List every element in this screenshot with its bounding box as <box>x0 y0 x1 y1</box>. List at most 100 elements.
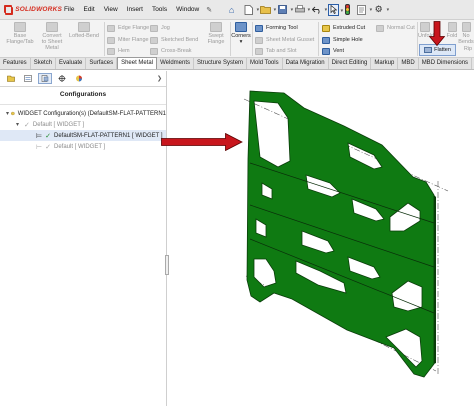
tab-and-slot-icon <box>255 47 263 55</box>
configuration-tree: ▾ WIDGET Configuration(s) (DefaultSM-FLA… <box>0 105 166 152</box>
new-document-icon[interactable]: ▾ <box>243 4 259 15</box>
fold-button[interactable]: Fold <box>446 22 458 39</box>
swept-flange-button[interactable]: Swept Flange <box>203 22 229 45</box>
tree-item-default[interactable]: ▾ ✓ Default [ WIDGET ] <box>0 119 166 130</box>
tab-evaluate[interactable]: Evaluate <box>56 58 87 69</box>
edge-flange-label: Edge Flange <box>118 25 150 31</box>
tab-mbd[interactable]: MBD <box>398 58 419 69</box>
normal-cut-button[interactable]: Normal Cut <box>376 23 415 33</box>
pin-icon[interactable]: ✎ <box>206 6 212 14</box>
flat-pattern-model[interactable] <box>168 71 474 406</box>
menu-edit[interactable]: Edit <box>83 6 94 13</box>
tab-mbd-dimensions[interactable]: MBD Dimensions <box>419 58 473 69</box>
default-config-label: Default [ WIDGET ] <box>32 121 85 128</box>
menu-window[interactable]: Window <box>176 6 199 13</box>
open-folder-icon[interactable]: ▾ <box>260 4 276 15</box>
cross-break-label: Cross-Break <box>161 48 192 54</box>
feature-manager-icon <box>7 75 15 82</box>
options-gear-icon[interactable]: ⚙ ▾ <box>373 4 390 15</box>
rip-button[interactable]: Rip <box>462 46 474 52</box>
extruded-cut-icon <box>322 24 330 32</box>
configuration-manager-tab[interactable] <box>38 73 52 84</box>
menu-tools[interactable]: Tools <box>152 6 167 13</box>
forming-tool-button[interactable]: Forming Tool <box>255 23 298 33</box>
print-icon[interactable]: ▾ <box>294 4 310 15</box>
edge-flange-button[interactable]: Edge Flange <box>107 23 149 33</box>
ds-logo-icon <box>4 4 14 15</box>
tab-structure-system[interactable]: Structure System <box>194 58 248 69</box>
separator <box>104 22 105 56</box>
tab-markup[interactable]: Markup <box>371 58 399 69</box>
tab-mold-tools[interactable]: Mold Tools <box>247 58 283 69</box>
rebuild-traffic-light-icon[interactable] <box>345 4 351 15</box>
tab-surfaces[interactable]: Surfaces <box>86 58 118 69</box>
select-arrow-icon[interactable]: ▾ <box>328 3 343 16</box>
miter-flange-button[interactable]: Miter Flange <box>107 35 149 45</box>
vent-label: Vent <box>333 48 345 54</box>
menu-bar: SOLIDWORKS File Edit View Insert Tools W… <box>0 0 474 20</box>
menu-insert[interactable]: Insert <box>127 6 143 13</box>
tab-and-slot-label: Tab and Slot <box>266 48 297 54</box>
configuration-manager-icon <box>41 75 49 82</box>
tree-root-configurations[interactable]: ▾ WIDGET Configuration(s) (DefaultSM-FLA… <box>0 108 166 119</box>
tree-item-sub-default[interactable]: ⊢ ✓ Default [ WIDGET ] <box>0 141 166 152</box>
tab-direct-editing[interactable]: Direct Editing <box>329 58 372 69</box>
no-bends-button[interactable]: No Bends <box>458 22 474 45</box>
sheet-metal-plate[interactable] <box>246 90 435 378</box>
feature-manager-tab[interactable] <box>4 73 18 84</box>
sheet-metal-gusset-button[interactable]: Sheet Metal Gusset <box>255 35 314 45</box>
display-manager-tab[interactable] <box>72 73 86 84</box>
simple-hole-icon <box>322 36 330 44</box>
tab-sketch[interactable]: Sketch <box>31 58 57 69</box>
property-manager-icon <box>24 75 32 82</box>
convert-to-sheet-metal-button[interactable]: Convert to Sheet Metal <box>38 22 66 51</box>
tab-sheet-metal[interactable]: Sheet Metal <box>117 57 158 69</box>
tab-features[interactable]: Features <box>0 58 31 69</box>
tree-root-label: WIDGET Configuration(s) (DefaultSM-FLAT-… <box>17 110 166 117</box>
tab-data-migration[interactable]: Data Migration <box>283 58 329 69</box>
configuration-manager-panel: ❯ Configurations ▾ WIDGET Configuration(… <box>0 71 167 406</box>
command-manager-tabs: Features Sketch Evaluate Surfaces Sheet … <box>0 57 474 70</box>
graphics-viewport[interactable] <box>168 71 474 406</box>
cross-break-button[interactable]: Cross-Break <box>150 46 192 56</box>
corners-button[interactable]: Corners ▾ <box>231 22 251 45</box>
menu-view[interactable]: View <box>104 6 118 13</box>
file-properties-icon[interactable]: ▾ <box>356 4 372 15</box>
panel-expand-icon[interactable]: ❯ <box>157 75 162 82</box>
solidworks-logo[interactable]: SOLIDWORKS <box>0 4 62 15</box>
simple-hole-button[interactable]: Simple Hole <box>322 35 363 45</box>
no-bends-label-line2: Bends <box>458 39 474 45</box>
convert-label-line3: Metal <box>45 45 59 51</box>
undo-icon[interactable]: ▾ <box>311 4 327 15</box>
hem-label: Hem <box>118 48 130 54</box>
tab-weldments[interactable]: Weldments <box>157 58 195 69</box>
sketched-bend-icon <box>150 36 158 44</box>
panel-title: Configurations <box>0 87 166 105</box>
vent-icon <box>322 47 330 55</box>
configuration-check-icon: ✓ <box>45 143 51 151</box>
hem-button[interactable]: Hem <box>107 46 130 56</box>
collapse-icon[interactable]: ▾ <box>6 110 9 117</box>
configuration-check-icon: ✓ <box>24 121 30 129</box>
separator <box>318 22 319 56</box>
save-icon[interactable]: ▾ <box>277 4 293 15</box>
home-icon[interactable]: ⌂ <box>226 4 237 15</box>
vent-button[interactable]: Vent <box>322 46 344 56</box>
lofted-bend-button[interactable]: Lofted-Bend <box>66 22 102 39</box>
jog-button[interactable]: Jog <box>150 23 170 33</box>
flatten-label: Flatten <box>434 47 451 53</box>
extruded-cut-button[interactable]: Extruded Cut <box>322 23 365 33</box>
extruded-cut-label: Extruded Cut <box>333 25 366 31</box>
collapse-icon[interactable]: ▾ <box>16 121 22 128</box>
tree-item-flat-pattern[interactable]: ⊨ ✓ DefaultSM-FLAT-PATTERN1 [ WIDGET ] <box>0 130 166 141</box>
menu-file[interactable]: File <box>64 6 74 13</box>
tab-and-slot-button[interactable]: Tab and Slot <box>255 46 297 56</box>
quick-access-toolbar: ⌂ ▾ ▾ ▾ ▾ ▾ ▾ ▾ ⚙ ▾ <box>226 3 390 16</box>
dimxpert-manager-tab[interactable] <box>55 73 69 84</box>
sketched-bend-label: Sketched Bend <box>161 37 199 43</box>
miter-flange-icon <box>107 36 115 44</box>
base-flange-button[interactable]: Base Flange/Tab <box>4 22 36 45</box>
sketched-bend-button[interactable]: Sketched Bend <box>150 35 198 45</box>
property-manager-tab[interactable] <box>21 73 35 84</box>
convert-to-sheet-metal-icon <box>46 22 58 32</box>
